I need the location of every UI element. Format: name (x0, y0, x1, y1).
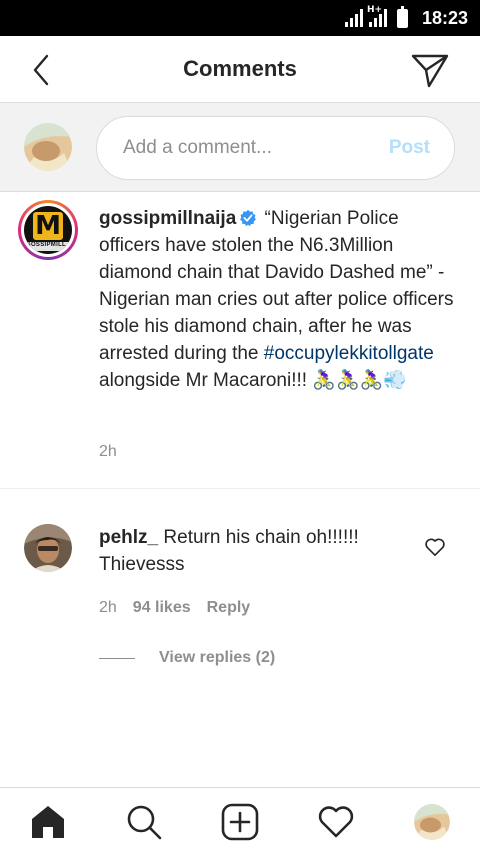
comment-username[interactable]: pehlz_ (99, 527, 158, 548)
caption-body: “Nigerian Police officers have stolen th… (99, 208, 454, 364)
logo-subtext: GOSSIPMILL (26, 242, 67, 248)
battery-icon (396, 5, 408, 28)
home-icon (32, 806, 64, 838)
search-icon (127, 805, 162, 840)
comment-item: pehlz_ Return his chain oh!!!!!! Thieves… (0, 490, 480, 690)
view-replies-label: View replies (2) (159, 649, 276, 666)
gossipmill-avatar[interactable]: M GOSSIPMILL (18, 200, 78, 260)
caption-hashtag[interactable]: #occupylekkitollgate (264, 343, 434, 364)
heart-outline-icon (425, 538, 445, 556)
caption-text: gossipmillnaija “Nigerian Police officer… (99, 205, 459, 394)
status-icons: H+ 18:23 (344, 0, 468, 36)
nav-profile[interactable] (412, 802, 452, 842)
current-user-avatar (24, 123, 72, 171)
comment-timestamp: 2h (99, 599, 117, 616)
paper-plane-icon (411, 54, 449, 88)
view-replies-divider (99, 657, 135, 659)
nav-home[interactable] (28, 802, 68, 842)
commenter-avatar[interactable] (24, 524, 72, 572)
gossipmill-logo: M GOSSIPMILL (24, 206, 72, 254)
signal-strength-icon-2: H+ (367, 5, 387, 27)
comment-likes[interactable]: 94 likes (133, 599, 191, 617)
view-replies-link[interactable]: View replies (2) (99, 649, 275, 667)
nav-new-post[interactable] (220, 802, 260, 842)
network-type-label: H+ (366, 5, 383, 15)
activity-heart-icon (318, 806, 354, 838)
add-post-icon (221, 803, 259, 841)
caption-body-end: alongside Mr Macaroni!!! 🚴‍♀️🚴‍♀️🚴‍♀️💨 (99, 370, 407, 391)
caption-username[interactable]: gossipmillnaija (99, 208, 236, 229)
comment-input-placeholder: Add a comment... (123, 137, 272, 158)
verified-badge-icon (240, 209, 257, 227)
post-caption: M GOSSIPMILL gossipmillnaija “Nigerian P… (0, 193, 480, 489)
page-title: Comments (183, 56, 297, 81)
share-button[interactable] (410, 50, 450, 90)
comment-input[interactable]: Add a comment... Post (96, 116, 455, 180)
logo-letter: M (33, 212, 63, 240)
nav-activity[interactable] (316, 802, 356, 842)
comment-text: pehlz_ Return his chain oh!!!!!! Thieves… (99, 524, 389, 578)
profile-avatar (414, 804, 450, 840)
comment-input-bar: Add a comment... Post (0, 102, 480, 192)
nav-search[interactable] (124, 802, 164, 842)
bottom-nav (0, 787, 480, 854)
caption-timestamp: 2h (99, 443, 117, 460)
like-comment-button[interactable] (424, 537, 446, 557)
status-bar: H+ 18:23 (0, 0, 480, 36)
header: Comments (0, 36, 480, 102)
post-button[interactable]: Post (389, 137, 430, 159)
signal-strength-icon (344, 9, 363, 27)
status-time: 18:23 (421, 7, 468, 28)
comment-meta: 2h 94 likes Reply (99, 599, 250, 617)
reply-button[interactable]: Reply (207, 599, 251, 617)
